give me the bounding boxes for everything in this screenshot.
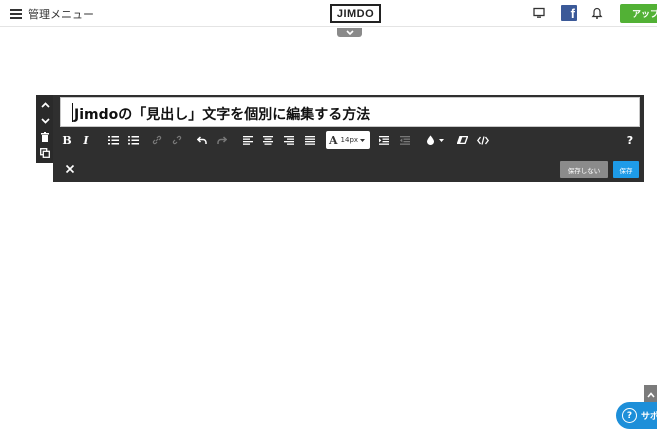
bold-button[interactable]: B bbox=[59, 132, 75, 148]
module-side-controls bbox=[36, 95, 54, 163]
align-center-button[interactable] bbox=[260, 132, 276, 148]
code-icon bbox=[477, 135, 489, 145]
close-editor-button[interactable] bbox=[63, 161, 77, 175]
caret-down-icon bbox=[439, 138, 444, 142]
save-button[interactable]: 保存 bbox=[613, 161, 639, 178]
redo-button[interactable] bbox=[214, 132, 230, 148]
ordered-list-icon bbox=[107, 135, 119, 144]
align-justify-icon bbox=[305, 135, 315, 145]
move-up-button[interactable] bbox=[38, 98, 52, 112]
hamburger-icon bbox=[10, 8, 22, 19]
italic-button[interactable]: I bbox=[79, 132, 93, 148]
align-right-button[interactable] bbox=[281, 132, 297, 148]
undo-button[interactable] bbox=[194, 132, 210, 148]
format-toolbar: B I A 14px ? bbox=[53, 129, 644, 151]
ordered-list-button[interactable] bbox=[105, 132, 121, 148]
heading-input[interactable]: Jimdoの「見出し」文字を個別に編集する方法 bbox=[60, 97, 640, 127]
editor-action-bar: 保存しない 保存 bbox=[53, 156, 644, 182]
copy-icon bbox=[40, 148, 50, 158]
close-icon bbox=[65, 164, 75, 174]
align-left-button[interactable] bbox=[240, 132, 256, 148]
unlink-icon bbox=[172, 135, 182, 145]
help-button[interactable]: ? bbox=[623, 132, 637, 148]
outdent-icon bbox=[400, 135, 410, 145]
align-justify-button[interactable] bbox=[302, 132, 318, 148]
clear-format-button[interactable] bbox=[454, 132, 470, 148]
text-caret bbox=[72, 103, 73, 122]
help-circle-icon: ? bbox=[622, 408, 637, 423]
facebook-icon[interactable]: f bbox=[561, 5, 577, 21]
align-center-icon bbox=[263, 135, 273, 145]
move-down-button[interactable] bbox=[38, 114, 52, 128]
indent-button[interactable] bbox=[376, 132, 392, 148]
heading-text: Jimdoの「見出し」文字を個別に編集する方法 bbox=[74, 107, 371, 123]
outdent-button[interactable] bbox=[397, 132, 413, 148]
chevron-up-icon bbox=[646, 391, 655, 398]
heading-editor: Jimdoの「見出し」文字を個別に編集する方法 B I A 14px ? 保存し… bbox=[53, 95, 644, 182]
text-color-button[interactable] bbox=[423, 132, 447, 148]
monitor-icon[interactable] bbox=[533, 6, 545, 20]
eraser-icon bbox=[456, 136, 468, 144]
admin-menu-button[interactable]: 管理メニュー bbox=[10, 5, 94, 22]
copy-button[interactable] bbox=[38, 146, 52, 160]
jimdo-logo[interactable]: JIMDO bbox=[330, 4, 381, 23]
align-right-icon bbox=[284, 135, 294, 145]
align-left-icon bbox=[243, 135, 253, 145]
font-size-icon: A bbox=[329, 133, 338, 147]
link-icon bbox=[152, 135, 162, 145]
upgrade-button[interactable]: アップ bbox=[620, 4, 657, 23]
chevron-down-icon bbox=[40, 118, 50, 124]
delete-button[interactable] bbox=[38, 130, 52, 144]
support-button[interactable]: ? サポ bbox=[616, 402, 657, 429]
font-size-select[interactable]: A 14px bbox=[326, 131, 370, 149]
chevron-down-icon bbox=[345, 29, 354, 35]
color-drop-icon bbox=[427, 135, 434, 145]
link-button[interactable] bbox=[149, 132, 165, 148]
trash-icon bbox=[41, 132, 49, 142]
caret-down-icon bbox=[360, 138, 366, 142]
support-label: サポ bbox=[641, 412, 657, 422]
undo-icon bbox=[197, 135, 207, 144]
bullet-list-icon bbox=[127, 135, 139, 145]
html-source-button[interactable] bbox=[474, 132, 492, 148]
redo-icon bbox=[217, 135, 227, 144]
indent-icon bbox=[379, 135, 389, 145]
top-bar: 管理メニュー JIMDO f アップ bbox=[0, 0, 657, 27]
admin-menu-label: 管理メニュー bbox=[28, 7, 94, 21]
chevron-up-icon bbox=[40, 102, 50, 108]
collapse-bar-button[interactable] bbox=[337, 28, 362, 37]
bell-icon[interactable] bbox=[591, 6, 603, 20]
unlink-button[interactable] bbox=[169, 132, 185, 148]
unordered-list-button[interactable] bbox=[125, 132, 141, 148]
discard-button[interactable]: 保存しない bbox=[560, 161, 608, 178]
font-size-value: 14px bbox=[340, 136, 359, 144]
